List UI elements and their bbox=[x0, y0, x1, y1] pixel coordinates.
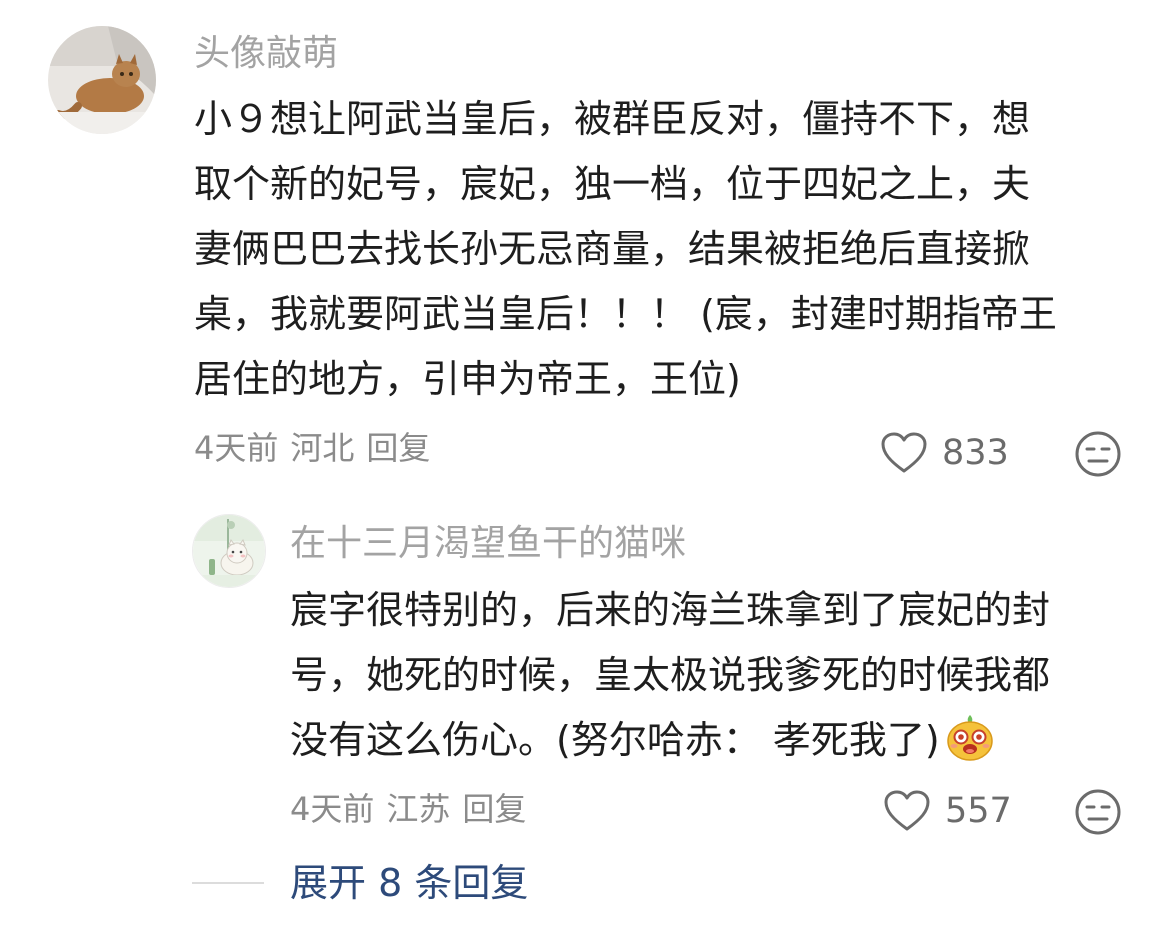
like-count: 833 bbox=[942, 432, 1009, 473]
divider bbox=[192, 882, 264, 884]
illustrated-cat-avatar-icon bbox=[193, 515, 265, 587]
reply-button[interactable]: 回复 bbox=[366, 429, 430, 467]
comment-location: 河北 bbox=[290, 429, 355, 467]
heart-icon bbox=[884, 790, 930, 831]
reply-time: 4天前 bbox=[290, 790, 375, 828]
reply-user-avatar[interactable] bbox=[192, 514, 266, 588]
like-button[interactable]: 833 bbox=[880, 430, 1009, 476]
cat-photo-avatar-icon bbox=[48, 26, 156, 134]
reply-like-count: 557 bbox=[945, 790, 1012, 831]
comment-meta: 4天前 河北 回复 bbox=[194, 432, 442, 464]
comment-line: 桌，我就要阿武当皇后！！！ (宸，封建时期指帝王 bbox=[194, 292, 1057, 336]
heart-icon bbox=[881, 432, 927, 473]
comment-username[interactable]: 头像敲萌 bbox=[194, 36, 338, 72]
laughing-emoji-icon bbox=[944, 711, 996, 763]
comment-body: 小９想让阿武当皇后，被群臣反对，僵持不下，想 取个新的妃号，宸妃，独一档，位于四… bbox=[194, 87, 1057, 412]
comment-time: 4天前 bbox=[194, 429, 279, 467]
comment-line: 小９想让阿武当皇后，被群臣反对，僵持不下，想 bbox=[194, 97, 1031, 141]
dislike-button[interactable] bbox=[1074, 430, 1122, 478]
reply-body: 宸字很特别的，后来的海兰珠拿到了宸妃的封 号，她死的时候，皇太极说我爹死的时候我… bbox=[290, 578, 1050, 773]
reply-username[interactable]: 在十三月渴望鱼干的猫咪 bbox=[290, 526, 686, 562]
meh-face-icon bbox=[1075, 431, 1121, 477]
reply-reply-button[interactable]: 回复 bbox=[462, 790, 526, 828]
expand-replies-label: 展开 8 条回复 bbox=[290, 861, 529, 905]
meh-face-icon bbox=[1075, 789, 1121, 835]
reply-meta: 4天前 江苏 回复 bbox=[290, 793, 538, 825]
reply-line-text: 没有这么伤心。(努尔哈赤： 孝死我了) bbox=[290, 718, 940, 762]
reply-location: 江苏 bbox=[386, 790, 451, 828]
reply-dislike-button[interactable] bbox=[1074, 788, 1122, 836]
expand-replies-button[interactable]: 展开 8 条回复 bbox=[192, 864, 528, 902]
comment-line: 妻俩巴巴去找长孙无忌商量，结果被拒绝后直接掀 bbox=[194, 227, 1031, 271]
comment-line: 居住的地方，引申为帝王，王位) bbox=[194, 357, 741, 401]
reply-line: 没有这么伤心。(努尔哈赤： 孝死我了) bbox=[290, 708, 1050, 773]
reply-like-button[interactable]: 557 bbox=[883, 788, 1012, 834]
comment-thread: 头像敲萌 小９想让阿武当皇后，被群臣反对，僵持不下，想 取个新的妃号，宸妃，独一… bbox=[0, 0, 1170, 944]
user-avatar[interactable] bbox=[48, 26, 156, 134]
reply-line: 宸字很特别的，后来的海兰珠拿到了宸妃的封 bbox=[290, 588, 1051, 632]
reply-line: 号，她死的时候，皇太极说我爹死的时候我都 bbox=[290, 653, 1051, 697]
comment-line: 取个新的妃号，宸妃，独一档，位于四妃之上，夫 bbox=[194, 162, 1031, 206]
